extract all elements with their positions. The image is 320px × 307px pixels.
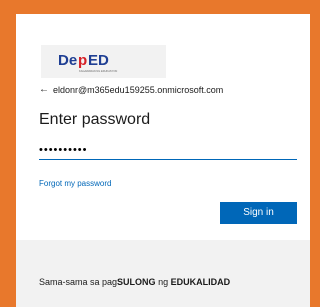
footer-slogan-ng: ng <box>155 277 171 287</box>
footer-banner: Sama-sama sa pagSULONG ng EDUKALIDAD <box>16 240 310 307</box>
deped-logo: De p ED KAGAWARAN NG EDUKASYON <box>41 45 166 78</box>
back-arrow-icon[interactable]: ← <box>39 83 49 97</box>
sign-in-button[interactable]: Sign in <box>220 202 297 224</box>
logo-letters-ed: ED <box>88 52 109 69</box>
page-title: Enter password <box>39 111 151 128</box>
footer-slogan-edukalidad: EDUKALIDAD <box>170 277 231 287</box>
footer-slogan: Sama-sama sa pagSULONG ng EDUKALIDAD <box>39 276 230 288</box>
sign-in-card: De p ED KAGAWARAN NG EDUKASYON ← eldonr@… <box>16 14 310 307</box>
logo-tagline: KAGAWARAN NG EDUKASYON <box>79 69 117 73</box>
logo-letters-de: De <box>58 52 77 69</box>
forgot-password-link[interactable]: Forgot my password <box>39 178 111 190</box>
logo-letter-p: p <box>78 52 87 69</box>
password-input[interactable] <box>39 140 297 160</box>
footer-slogan-part1: Sama-sama sa pag <box>39 277 118 287</box>
footer-slogan-sulong: SULONG <box>117 277 156 287</box>
account-identity[interactable]: ← eldonr@m365edu159255.onmicrosoft.com <box>39 83 223 97</box>
account-email: eldonr@m365edu159255.onmicrosoft.com <box>53 85 224 95</box>
